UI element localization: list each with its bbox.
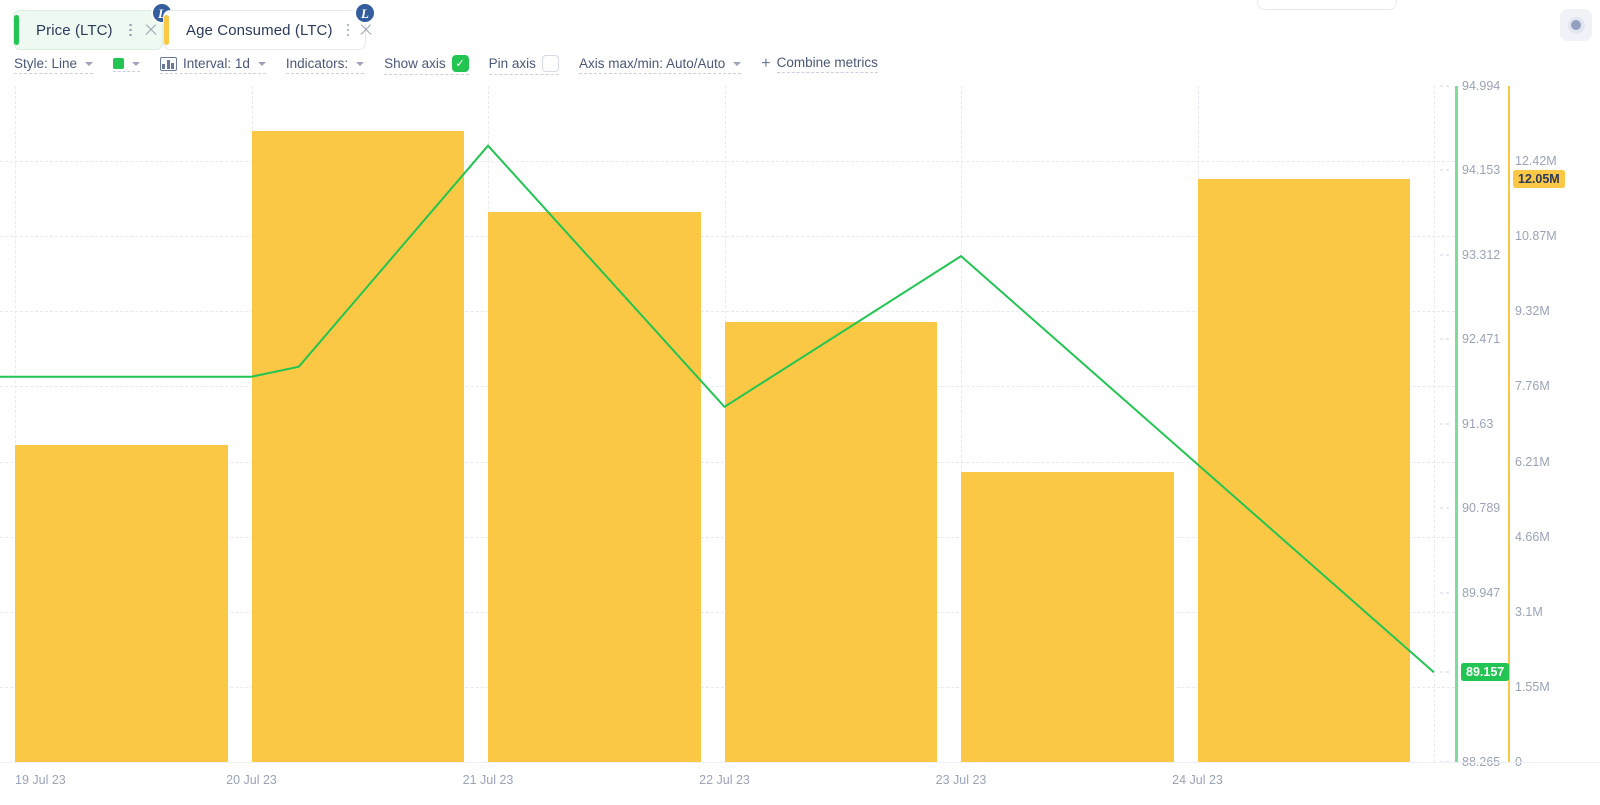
kebab-menu-icon[interactable]	[127, 21, 135, 39]
price-axis-tick: 90.789	[1462, 501, 1501, 516]
chart-plot-area[interactable]: ti t.	[0, 86, 1455, 763]
tick-stub	[1440, 671, 1449, 673]
style-label: Style: Line	[14, 56, 78, 71]
interval-label: Interval: 1d	[183, 56, 250, 71]
tick-stub	[1440, 169, 1449, 171]
x-axis-tick-label: 22 Jul 23	[699, 773, 750, 787]
tick-stub	[1440, 338, 1449, 340]
volume-axis-line	[1508, 86, 1510, 762]
combine-metrics-label: Combine metrics	[776, 55, 878, 73]
chevron-down-icon	[733, 61, 742, 66]
combine-metrics-button[interactable]: + Combine metrics	[761, 55, 878, 75]
show-axis-label: Show axis	[384, 56, 446, 71]
price-axis-tick: 89.947	[1462, 586, 1501, 601]
volume-axis-tick: 4.66M	[1515, 529, 1550, 544]
chevron-down-icon	[356, 61, 365, 66]
price-axis-tick: 92.471	[1462, 332, 1501, 347]
volume-axis-tick: 9.32M	[1515, 304, 1550, 318]
tab-accent-bar	[164, 15, 169, 45]
price-line[interactable]	[0, 144, 1435, 674]
interval-selector[interactable]: Interval: 1d	[160, 56, 266, 74]
tab-label: Age Consumed (LTC)	[186, 21, 333, 39]
chart-toolbar: Style: Line Interval: 1d Indicators: Sho…	[0, 52, 1600, 78]
price-current-value-badge: 89.157	[1461, 663, 1510, 682]
x-axis-tick-label: 19 Jul 23	[15, 773, 66, 787]
chevron-down-icon	[85, 61, 94, 66]
kebab-menu-icon[interactable]	[346, 21, 350, 39]
volume-axis-tick: 7.76M	[1515, 379, 1550, 394]
price-axis-line	[1455, 86, 1458, 762]
plus-icon: +	[761, 55, 771, 72]
volume-axis-tick: 3.1M	[1515, 604, 1543, 619]
volume-axis-tick: 6.21M	[1515, 454, 1550, 469]
indicators-label: Indicators:	[285, 56, 349, 71]
close-icon[interactable]	[142, 21, 152, 39]
tick-stub	[1440, 85, 1449, 87]
pin-axis-toggle[interactable]: Pin axis	[488, 55, 559, 75]
metric-tab-strip: Price (LTC) L Age Consumed (LTC) L	[0, 0, 1600, 50]
pin-axis-label: Pin axis	[488, 56, 536, 71]
tick-stub	[1440, 592, 1449, 594]
litecoin-icon: L	[354, 2, 376, 24]
tick-stub	[1440, 423, 1449, 425]
x-axis-tick-label: 23 Jul 23	[935, 773, 987, 787]
record-dot-icon	[1567, 16, 1585, 34]
bar-chart-icon	[160, 56, 178, 71]
color-swatch-green	[113, 58, 125, 69]
axis-minmax-selector[interactable]: Axis max/min: Auto/Auto	[578, 56, 742, 74]
x-axis-tick-label: 24 Jul 23	[1172, 773, 1223, 787]
price-axis-tick: 94.153	[1462, 163, 1501, 178]
price-axis-tick: 93.312	[1462, 247, 1501, 262]
tab-label: Price (LTC)	[36, 21, 113, 39]
tab-price-ltc[interactable]: Price (LTC) L	[13, 2, 173, 50]
chevron-down-icon	[132, 61, 141, 66]
style-selector[interactable]: Style: Line	[14, 56, 94, 74]
tab-accent-bar	[14, 15, 19, 45]
color-selector[interactable]	[113, 58, 141, 72]
x-axis: 19 Jul 23 20 Jul 23 21 Jul 23 22 Jul 23 23 J…	[0, 762, 1600, 805]
volume-axis-tick: 10.87M	[1515, 229, 1557, 243]
indicators-selector[interactable]: Indicators:	[285, 56, 365, 74]
show-axis-toggle[interactable]: Show axis ✓	[384, 55, 469, 75]
volume-current-value-badge: 12.05M	[1513, 169, 1565, 188]
x-axis-tick-label: 21 Jul 23	[462, 773, 514, 787]
price-axis-tick: 91.63	[1462, 416, 1494, 431]
volume-axis-tick: 12.42M	[1515, 154, 1557, 168]
record-button[interactable]	[1560, 9, 1592, 41]
checkbox-unchecked-icon[interactable]	[541, 55, 559, 72]
checkbox-checked-icon[interactable]: ✓	[451, 55, 469, 72]
line-series-price[interactable]	[0, 86, 1455, 762]
volume-axis-tick: 1.55M	[1515, 679, 1550, 694]
x-axis-tick-label: 20 Jul 23	[226, 773, 277, 787]
tick-stub	[1440, 507, 1449, 509]
chevron-down-icon	[257, 61, 266, 66]
tab-age-consumed-ltc[interactable]: Age Consumed (LTC) L	[163, 2, 376, 50]
price-axis-tick: 94.994	[1462, 79, 1501, 93]
tick-stub	[1440, 254, 1449, 256]
axis-minmax-label: Axis max/min: Auto/Auto	[578, 56, 726, 71]
